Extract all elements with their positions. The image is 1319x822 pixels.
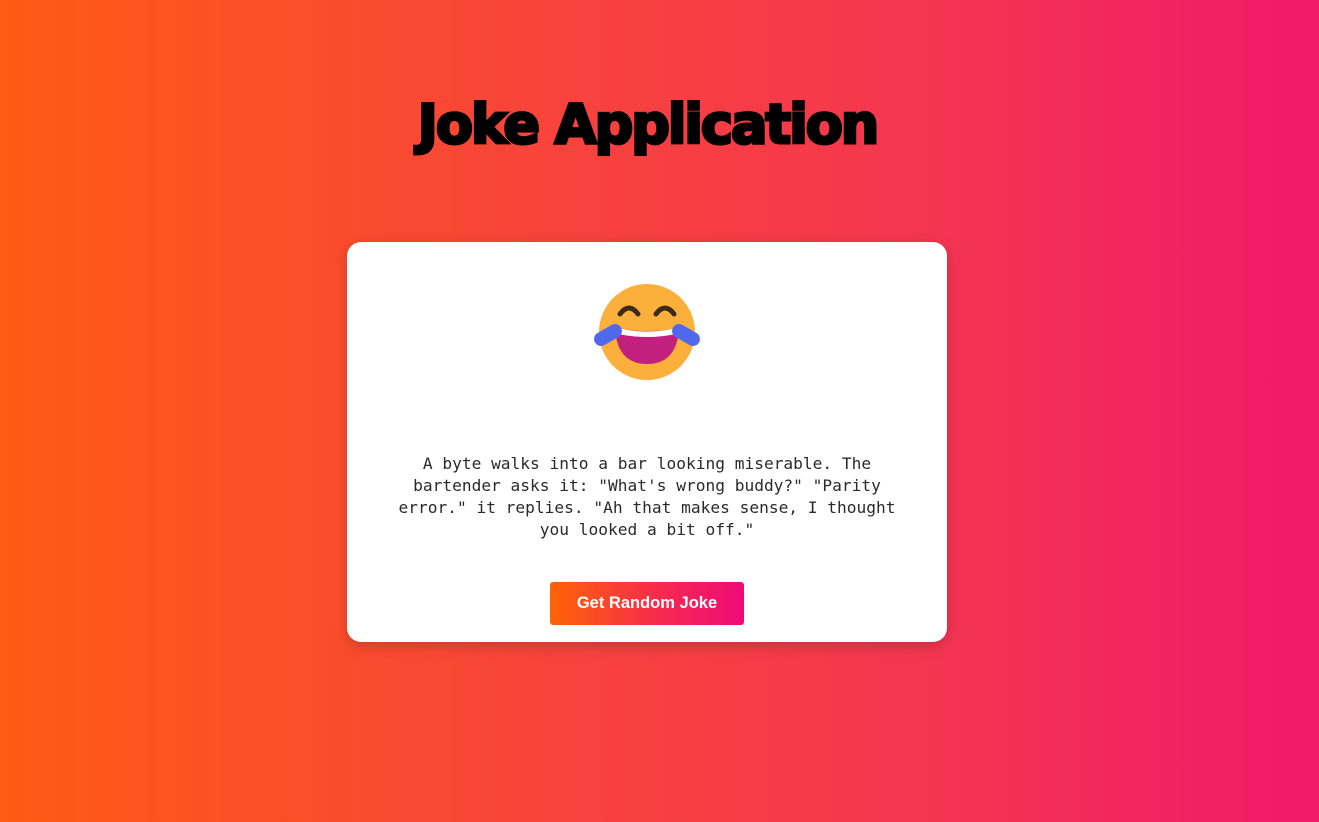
page-title: Joke Application [416, 92, 881, 158]
joke-card: A byte walks into a bar looking miserabl… [347, 242, 947, 642]
joke-text: A byte walks into a bar looking miserabl… [398, 454, 896, 539]
get-random-joke-button[interactable]: Get Random Joke [550, 582, 744, 625]
face-with-tears-of-joy-icon [593, 280, 701, 384]
